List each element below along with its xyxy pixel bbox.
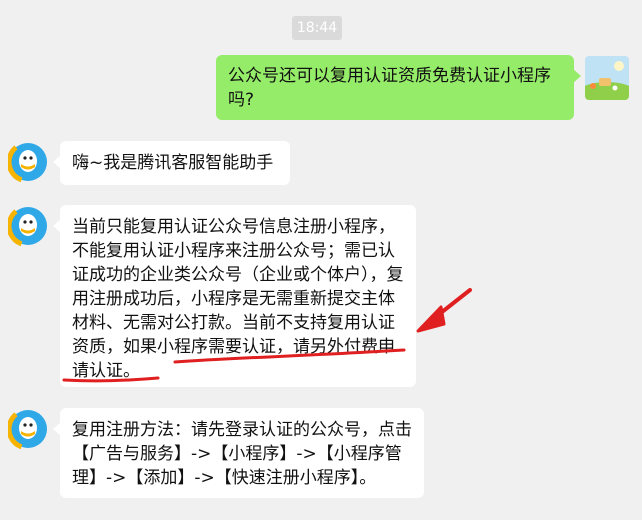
bot-avatar[interactable] (6, 407, 50, 451)
bot-greeting-bubble: 嗨~我是腾讯客服智能助手 (53, 141, 290, 185)
bot-avatar[interactable] (6, 140, 50, 184)
bot-answer-bubble: 当前只能复用认证公众号信息注册小程序，不能复用认证小程序来注册公众号；需已认证成… (53, 205, 416, 387)
timestamp: 18:44 (292, 16, 342, 40)
bot-method-bubble: 复用注册方法：请先登录认证的公众号，点击【广告与服务】->【小程序】->【小程序… (53, 408, 424, 498)
tencent-qq-icon (6, 204, 50, 248)
user-avatar[interactable] (585, 56, 629, 100)
user-message-bubble: 公众号还可以复用认证资质免费认证小程序吗? (216, 55, 581, 120)
bot-avatar[interactable] (6, 204, 50, 248)
tencent-qq-icon (6, 140, 50, 184)
landscape-photo-avatar-icon (585, 56, 629, 100)
tencent-qq-icon (6, 407, 50, 451)
annotation-arrow-icon (416, 288, 472, 333)
